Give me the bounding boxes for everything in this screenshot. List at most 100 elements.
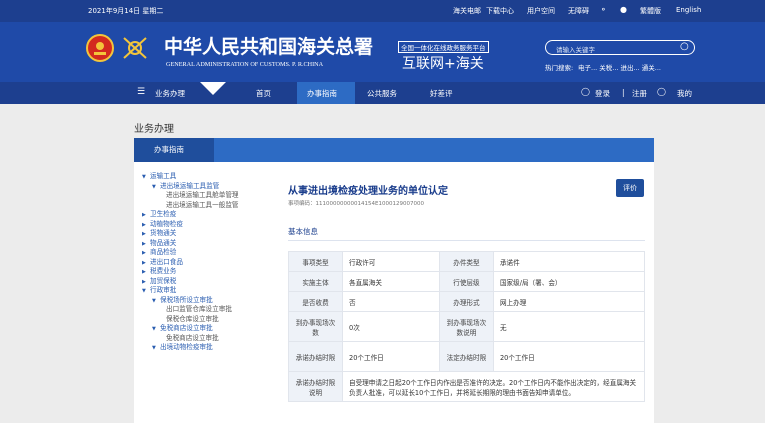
table-key: 是否收费 (288, 291, 343, 312)
table-row: 承诺办结时限 20个工作日 法定办结时限 20个工作日 (288, 341, 646, 372)
tree-node[interactable]: ▼ 进出境运输工具监管 (142, 182, 282, 192)
page-title: 业务办理 (134, 124, 174, 135)
nav-guide[interactable]: 办事指南 (307, 88, 337, 99)
tree-label: 加贸保税 (150, 276, 177, 285)
register-link[interactable]: 注册 (632, 88, 647, 99)
table-value: 国家级/局（署、会） (492, 271, 646, 292)
tree-node[interactable]: ▶ 动植物检疫 (142, 220, 282, 230)
tree-leaf[interactable]: 保税仓库设立审批 (142, 315, 282, 325)
tree-label: 出境动物检疫审批 (160, 343, 213, 351)
caret-down-icon[interactable]: ▼ (152, 344, 160, 354)
mine-link[interactable]: 我的 (677, 88, 692, 99)
tree-node[interactable]: ▶ 商品检验 (142, 248, 282, 258)
section-divider (288, 240, 645, 241)
nav-business[interactable]: 业务办理 (155, 88, 185, 99)
tree-label: 保税场所设立审批 (160, 295, 213, 304)
caret-down-icon[interactable]: ▼ (142, 173, 150, 183)
table-value: 0次 (342, 311, 440, 342)
header-banner: 中华人民共和国海关总署 GENERAL ADMINISTRATION OF CU… (0, 22, 765, 82)
link-mail[interactable]: 海关电邮 (453, 6, 481, 16)
link-accessibility[interactable]: 无障碍 (568, 6, 589, 16)
tree-label: 免税商店设立审批 (166, 333, 219, 342)
tree-node[interactable]: ▼ 运输工具 (142, 172, 282, 182)
tree-label: 商品检验 (150, 248, 177, 256)
table-key: 到办事现场次数说明 (438, 311, 494, 342)
table-value: 否 (342, 291, 440, 312)
national-emblem-icon (86, 34, 114, 62)
table-row: 承诺办结时限说明 自受理申请之日起20个工作日内作出是否准许的决定。20个工作日… (288, 371, 645, 402)
tree-node[interactable]: ▶ 进出口食品 (142, 258, 282, 268)
hot-search-label: 热门搜索: (545, 64, 574, 72)
platform-name: 互联网+海关 (402, 56, 484, 72)
link-english[interactable]: English (676, 6, 701, 14)
info-table: 事项类型 行政许可 办件类型 承诺件 实施主体 各直属海关 行使层级 国家级/局… (288, 251, 646, 402)
customs-emblem-icon (123, 37, 147, 59)
tree-leaf[interactable]: 进出境运输工具舱单管理 (142, 191, 282, 201)
nav-pointer-icon (200, 82, 226, 95)
date-text: 2021年9月14日 星期二 (88, 7, 164, 15)
tree-node[interactable]: ▶ 税费业务 (142, 267, 282, 277)
main-content: 业务办理 办事指南 ▼ 运输工具 ▼ 进出境运输工具监管 进出境运输工具舱单管理 进出境运… (0, 104, 765, 423)
tree-node[interactable]: ▶ 加贸保税 (142, 277, 282, 287)
table-value: 网上办理 (492, 291, 646, 312)
nav-public-service[interactable]: 公共服务 (367, 88, 397, 99)
table-value: 20个工作日 (342, 341, 440, 372)
evaluate-button[interactable]: 评价 (616, 179, 644, 197)
tree-label: 物品通关 (150, 238, 177, 247)
tree-node[interactable]: ▼ 保税场所设立审批 (142, 296, 282, 306)
hot-search-terms[interactable]: 电子... 关税... 进出... 通关... (578, 62, 661, 72)
tab-guide[interactable]: 办事指南 (134, 138, 214, 162)
login-icon[interactable]: ◯ (581, 87, 590, 96)
platform-label: 全国一体化在线政务服务平台 (398, 41, 489, 53)
tree-node[interactable]: ▼ 免税商店设立审批 (142, 324, 282, 334)
search-icon[interactable]: ○ (680, 41, 689, 52)
tree-label: 保税仓库设立审批 (166, 314, 219, 323)
table-row: 到办事现场次数 0次 到办事现场次数说明 无 (288, 311, 646, 342)
tree-node[interactable]: ▶ 货物通关 (142, 229, 282, 239)
nav-home[interactable]: 首页 (256, 88, 271, 99)
link-user-space[interactable]: 用户空间 (527, 6, 555, 16)
nav-rating[interactable]: 好差评 (430, 88, 453, 99)
tree-node[interactable]: ▶ 卫生检疫 (142, 210, 282, 220)
tree-node[interactable]: ▶ 物品通关 (142, 239, 282, 249)
tree-leaf[interactable]: 免税商店设立审批 (142, 334, 282, 344)
table-key: 承诺办结时限 (288, 341, 343, 372)
tree-label: 免税商店设立审批 (160, 324, 213, 332)
table-value: 无 (492, 311, 646, 342)
link-download[interactable]: 下载中心 (486, 6, 514, 16)
table-key: 到办事现场次数 (288, 311, 343, 342)
table-key: 实施主体 (288, 271, 343, 292)
menu-icon[interactable]: ☰ (137, 87, 145, 97)
top-bar: 2021年9月14日 星期二 海关电邮 下载中心 用户空间 无障碍 ⚬ ● 繁體… (0, 0, 765, 22)
tree-label: 税费业务 (150, 267, 177, 275)
table-value: 承诺件 (492, 251, 646, 272)
tree-leaf[interactable]: 出口监管仓库设立审批 (142, 305, 282, 315)
weibo-icon[interactable]: ⚬ (600, 5, 607, 14)
caret-down-icon[interactable]: ▼ (152, 325, 160, 335)
wechat-icon[interactable]: ● (620, 5, 627, 14)
tree-label: 运输工具 (150, 172, 177, 180)
caret-down-icon[interactable]: ▼ (142, 287, 150, 297)
tree-node[interactable]: ▼ 行政审批 (142, 286, 282, 296)
search-placeholder: 请输入关键字 (556, 46, 595, 54)
login-link[interactable]: 登录 (595, 88, 610, 99)
tree-label: 动植物检疫 (150, 219, 183, 228)
item-code: 事项编码：11100000000014154E1000129007000 (288, 201, 424, 207)
content-panel: ▼ 运输工具 ▼ 进出境运输工具监管 进出境运输工具舱单管理 进出境运输工具一般监管 ▶ 卫生… (134, 162, 654, 423)
tree-label: 进出境运输工具监管 (160, 181, 220, 190)
tree-label: 进出口食品 (150, 257, 183, 266)
tree-label: 进出境运输工具舱单管理 (166, 191, 239, 199)
tree-node[interactable]: ▼ 出境动物检疫审批 (142, 343, 282, 353)
tree-label: 货物通关 (150, 229, 177, 237)
tab-strip: 办事指南 (134, 138, 654, 162)
link-traditional[interactable]: 繁體版 (640, 6, 661, 16)
main-nav: ☰ 业务办理 首页 办事指南 公共服务 好差评 ◯ 登录 | 注册 ◯ 我的 (0, 82, 765, 104)
search-box[interactable]: 请输入关键字 ○ (545, 40, 695, 55)
caret-down-icon[interactable]: ▼ (152, 297, 160, 307)
caret-down-icon[interactable]: ▼ (152, 183, 160, 193)
tree-leaf[interactable]: 进出境运输工具一般监管 (142, 201, 282, 211)
table-key: 法定办结时限 (438, 341, 494, 372)
user-icon[interactable]: ◯ (657, 87, 666, 96)
table-value: 自受理申请之日起20个工作日内作出是否准许的决定。20个工作日内不能作出决定的，… (342, 371, 645, 402)
table-key: 办件类型 (438, 251, 494, 272)
